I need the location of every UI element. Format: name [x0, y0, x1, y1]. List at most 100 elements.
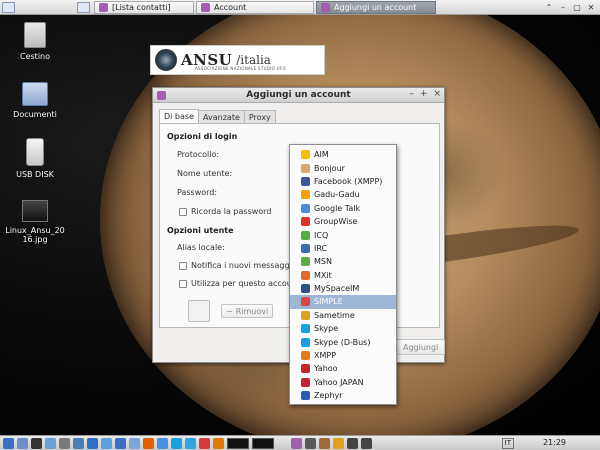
network-tray-icon[interactable]	[361, 437, 372, 449]
add-account-button[interactable]: Aggiungi	[396, 339, 446, 355]
help-icon[interactable]	[87, 437, 98, 449]
notify-new-mail-label: Notifica i nuovi messaggi	[191, 261, 291, 270]
notify-new-mail-checkbox[interactable]	[179, 262, 187, 270]
volume-icon[interactable]	[347, 437, 358, 449]
tray-group	[288, 437, 372, 449]
pidgin-icon	[321, 2, 330, 12]
panel-chevron-icon[interactable]: ⌃	[543, 2, 555, 13]
top-panel: [Lista contatti] Account Aggiungi un acc…	[0, 0, 600, 15]
protocol-label: Protocollo:	[177, 150, 220, 159]
protocol-icon	[301, 257, 310, 267]
buddy-icon-picker[interactable]	[188, 300, 210, 322]
protocol-option-yahoo[interactable]: Yahoo	[290, 362, 396, 375]
clock[interactable]: 21:29	[543, 438, 566, 447]
user-icon[interactable]	[319, 437, 330, 449]
close-button[interactable]: ×	[433, 89, 441, 99]
image-file-icon	[22, 200, 48, 222]
image-viewer-icon[interactable]	[101, 437, 112, 449]
remove-icon-button[interactable]: − Rimuovi	[221, 304, 274, 318]
protocol-option-facebook-xmpp[interactable]: Facebook (XMPP)	[290, 175, 396, 188]
tab-basic[interactable]: Di base	[159, 109, 199, 123]
minimized-window-thumb[interactable]	[227, 437, 249, 449]
username-label: Nome utente:	[177, 169, 233, 178]
protocol-option-yahoo-japan[interactable]: Yahoo JAPAN	[290, 376, 396, 389]
folder-icon[interactable]	[17, 437, 28, 449]
protocol-icon	[301, 176, 310, 186]
usb-drive-icon	[26, 138, 44, 166]
dialog-title: Aggiungi un account	[246, 90, 351, 100]
ansu-suffix: /italia	[236, 53, 271, 67]
dialog-titlebar[interactable]: Aggiungi un account – + ×	[153, 88, 444, 103]
firefox-icon[interactable]	[143, 437, 154, 449]
pidgin-icon	[157, 90, 166, 100]
panel-minimize-icon[interactable]: –	[557, 2, 569, 13]
protocol-option-myspaceim[interactable]: MySpaceIM	[290, 282, 396, 295]
protocol-option-msn[interactable]: MSN	[290, 255, 396, 268]
start-menu-icon[interactable]	[3, 437, 14, 449]
bottom-panel: IT 21:29	[0, 435, 600, 450]
terminal-icon[interactable]	[31, 437, 42, 449]
protocol-icon	[301, 391, 310, 401]
settings-icon[interactable]	[73, 437, 84, 449]
remember-password-checkbox[interactable]	[179, 208, 187, 216]
protocol-option-xmpp[interactable]: XMPP	[290, 349, 396, 362]
tab-advanced[interactable]: Avanzate	[198, 110, 245, 123]
protocol-option-mxit[interactable]: MXit	[290, 269, 396, 282]
protocol-option-label: SIMPLE	[314, 297, 343, 307]
protocol-option-skype[interactable]: Skype	[290, 322, 396, 335]
network-icon[interactable]	[129, 437, 140, 449]
show-desktop-icon[interactable]	[2, 1, 15, 13]
protocol-option-zephyr[interactable]: Zephyr	[290, 389, 396, 402]
taskbar-item-add-account[interactable]: Aggiungi un account	[316, 0, 436, 14]
protocol-option-irc[interactable]: IRC	[290, 242, 396, 255]
system-monitor-icon[interactable]	[305, 437, 316, 449]
update-icon[interactable]	[333, 437, 344, 449]
telegram-icon[interactable]	[185, 437, 196, 449]
desktop-icon-usb-disk[interactable]: USB DISK	[0, 138, 70, 179]
remove-icon: −	[226, 306, 233, 316]
protocol-option-label: Gadu-Gadu	[314, 190, 360, 200]
taskbar-item-account[interactable]: Account	[196, 0, 314, 14]
desktop-icon-documents[interactable]: Documenti	[0, 82, 70, 119]
protocol-option-icq[interactable]: ICQ	[290, 228, 396, 241]
pidgin-icon[interactable]	[291, 437, 302, 449]
mail-icon[interactable]	[199, 437, 210, 449]
taskbar-item-contact-list[interactable]: [Lista contatti]	[94, 0, 194, 14]
protocol-icon	[301, 324, 310, 334]
files-icon[interactable]	[115, 437, 126, 449]
use-buddy-icon-label: Utilizza per questo accou	[191, 279, 291, 288]
desktop-icon-trash[interactable]: Cestino	[0, 22, 70, 61]
protocol-option-bonjour[interactable]: Bonjour	[290, 161, 396, 174]
taskbar-item-label: Aggiungi un account	[334, 2, 417, 12]
protocol-icon	[301, 351, 310, 361]
protocol-option-simple[interactable]: SIMPLE	[290, 295, 396, 309]
window-list-icon[interactable]	[77, 1, 90, 13]
protocol-option-skype-d-bus[interactable]: Skype (D-Bus)	[290, 335, 396, 348]
dialog-tabs: Di base Avanzate Proxy	[159, 109, 276, 123]
protocol-icon	[301, 284, 310, 294]
panel-maximize-icon[interactable]: ▢	[571, 2, 583, 13]
protocol-option-aim[interactable]: AIM	[290, 148, 396, 161]
maximize-button[interactable]: +	[420, 89, 428, 99]
minimize-button[interactable]: –	[409, 89, 414, 99]
keyboard-layout-indicator[interactable]: IT	[501, 438, 514, 449]
minimized-window-thumb[interactable]	[252, 437, 274, 449]
tab-proxy[interactable]: Proxy	[243, 110, 276, 123]
text-editor-icon[interactable]	[45, 437, 56, 449]
skype-icon[interactable]	[171, 437, 182, 449]
desktop-icon-label: Documenti	[13, 110, 57, 119]
calculator-icon[interactable]	[59, 437, 70, 449]
panel-close-icon[interactable]: ✕	[585, 2, 597, 13]
protocol-option-google-talk[interactable]: Google Talk	[290, 202, 396, 215]
protocol-icon	[301, 150, 310, 160]
protocol-option-sametime[interactable]: Sametime	[290, 309, 396, 322]
use-buddy-icon-checkbox[interactable]	[179, 280, 187, 288]
desktop-icon-label-line2: 16.jpg	[22, 235, 48, 244]
protocol-option-gadu-gadu[interactable]: Gadu-Gadu	[290, 188, 396, 201]
vlc-icon[interactable]	[213, 437, 224, 449]
protocol-option-label: MXit	[314, 270, 332, 280]
desktop-icon-linux-ansu-image[interactable]: Linux_Ansu_20 16.jpg	[0, 200, 70, 244]
pidgin-icon	[99, 2, 108, 12]
protocol-option-groupwise[interactable]: GroupWise	[290, 215, 396, 228]
chromium-icon[interactable]	[157, 437, 168, 449]
